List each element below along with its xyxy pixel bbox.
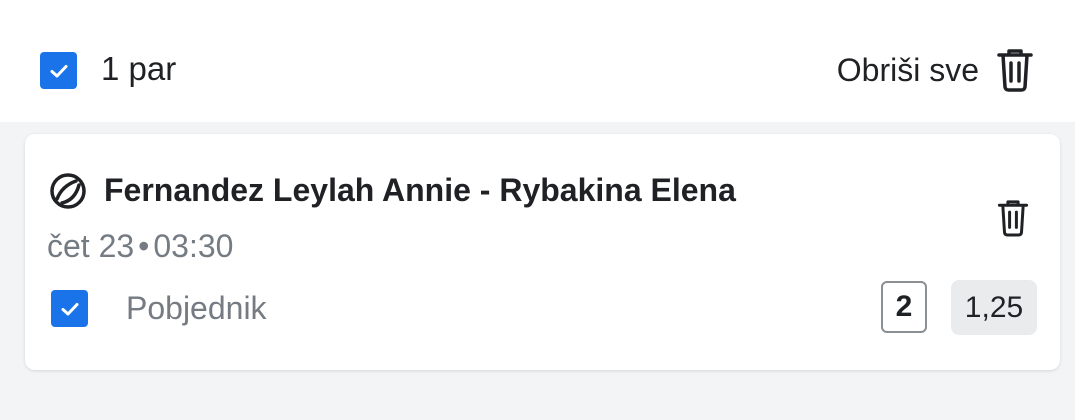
selection-checkbox[interactable] <box>51 290 88 327</box>
betslip-header: 1 par Obriši sve <box>0 0 1075 122</box>
match-title: Fernandez Leylah Annie - Rybakina Elena <box>104 172 736 208</box>
trash-icon <box>997 49 1033 92</box>
check-icon <box>50 64 67 77</box>
select-all-checkbox[interactable] <box>40 52 77 89</box>
match-day: čet 23 <box>47 228 135 264</box>
trash-icon <box>997 200 1029 237</box>
check-icon <box>61 302 78 315</box>
market-label: Pobjednik <box>126 290 267 326</box>
outcome-badge: 2 <box>881 281 927 333</box>
clear-all-button[interactable]: Obriši sve <box>837 44 1035 96</box>
bet-card: Fernandez Leylah Annie - Rybakina Elena … <box>25 134 1060 370</box>
clear-all-label: Obriši sve <box>836 51 979 88</box>
tennis-ball-icon <box>50 173 86 209</box>
match-time: 03:30 <box>153 228 234 264</box>
pair-count: 1 par <box>101 50 177 87</box>
separator-dot: • <box>138 228 150 264</box>
odds-button[interactable]: 1,25 <box>951 280 1037 335</box>
remove-bet-button[interactable] <box>991 196 1035 240</box>
match-datetime: čet 23 • 03:30 <box>47 226 233 266</box>
